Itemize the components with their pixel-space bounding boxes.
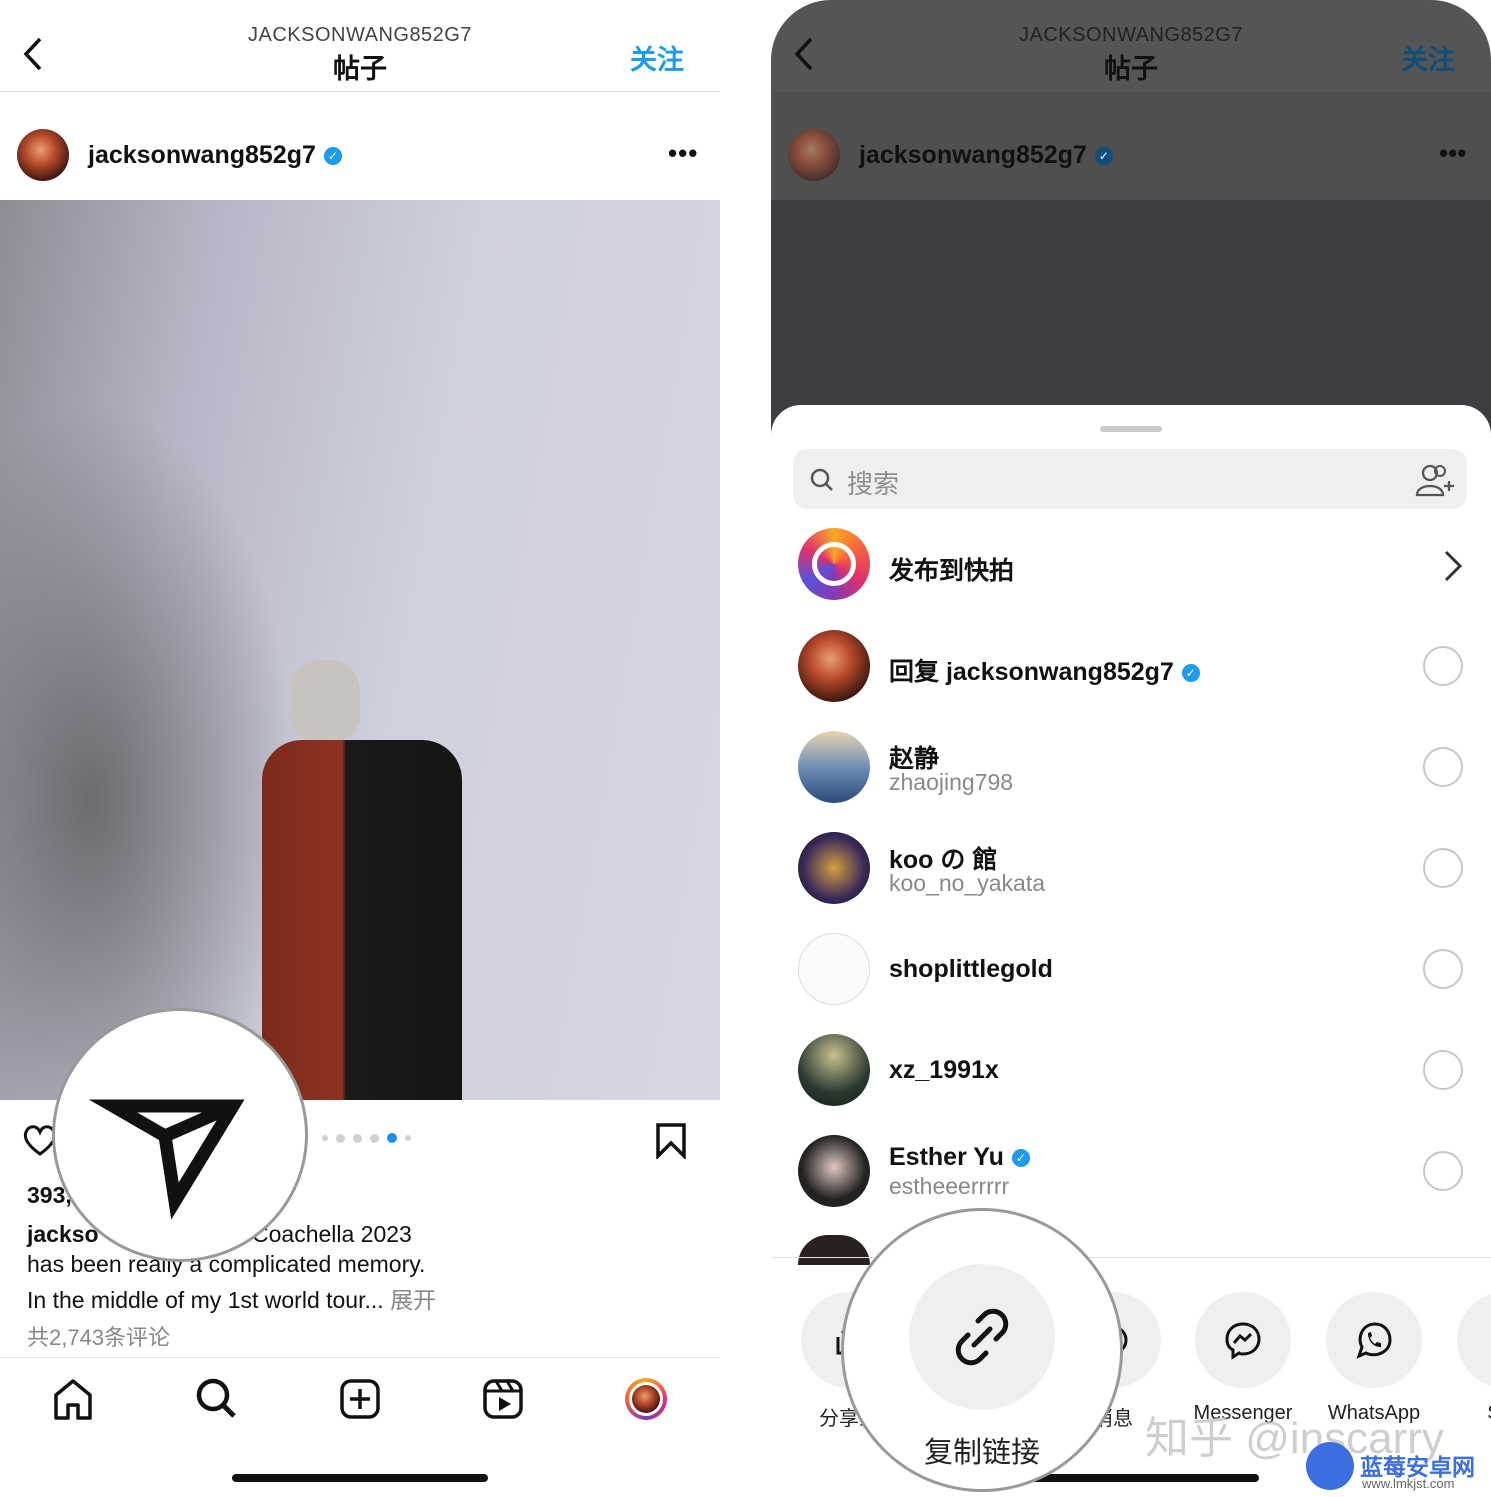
add-people-icon[interactable] bbox=[1415, 463, 1457, 497]
select-radio[interactable] bbox=[1423, 1050, 1463, 1090]
caption-text: Coachella 2023 bbox=[252, 1221, 412, 1247]
contact-username: zhaojing798 bbox=[889, 769, 1014, 795]
avatar bbox=[798, 933, 870, 1005]
verified-icon: ✓ bbox=[1181, 664, 1200, 683]
verified-icon: ✓ bbox=[1011, 1149, 1030, 1168]
watermark-logo-icon bbox=[1306, 1442, 1354, 1490]
whatsapp-button[interactable] bbox=[1326, 1292, 1422, 1388]
select-radio[interactable] bbox=[1423, 949, 1463, 989]
divider bbox=[0, 91, 720, 92]
contact-username: estheeerrrrr bbox=[889, 1173, 1010, 1199]
reels-icon bbox=[483, 1379, 523, 1419]
contact-name: 回复 jacksonwang852g7 ✓ bbox=[889, 652, 1200, 688]
contact-row[interactable]: koo の 館 koo_no_yakata bbox=[771, 826, 1491, 916]
post-author: jacksonwang852g7 ✓ bbox=[859, 141, 1113, 170]
caption-line: has been really a complicated memory. bbox=[27, 1251, 426, 1277]
nav-reels[interactable] bbox=[482, 1378, 524, 1425]
post-image[interactable] bbox=[0, 200, 720, 1100]
home-icon bbox=[54, 1379, 92, 1420]
follow-button: 关注 bbox=[1401, 45, 1455, 75]
messenger-button[interactable] bbox=[1195, 1292, 1291, 1388]
username: jacksonwang852g7 bbox=[88, 141, 316, 169]
create-icon bbox=[340, 1379, 380, 1419]
select-radio[interactable] bbox=[1423, 747, 1463, 787]
verified-icon: ✓ bbox=[1094, 147, 1113, 166]
avatar bbox=[798, 1034, 870, 1106]
nav-create[interactable] bbox=[339, 1378, 381, 1425]
nav-profile[interactable] bbox=[625, 1378, 667, 1420]
link-icon bbox=[955, 1308, 1009, 1366]
avatar bbox=[798, 731, 870, 803]
avatar bbox=[798, 832, 870, 904]
carousel-dot bbox=[370, 1133, 379, 1143]
home-indicator bbox=[1031, 1474, 1259, 1482]
figure-head bbox=[290, 660, 360, 740]
avatar bbox=[798, 1135, 870, 1207]
caption-author[interactable]: jackso bbox=[27, 1221, 99, 1247]
carousel-dot bbox=[405, 1135, 411, 1141]
expand-link[interactable]: 展开 bbox=[390, 1287, 436, 1313]
whatsapp-icon bbox=[1356, 1322, 1392, 1359]
drag-handle[interactable] bbox=[1100, 426, 1162, 432]
save-button[interactable] bbox=[655, 1123, 687, 1164]
contact-name: Esther Yu ✓ bbox=[889, 1143, 1030, 1172]
nav-home[interactable] bbox=[52, 1378, 94, 1425]
copy-link-magnified[interactable]: 复制链接 bbox=[841, 1208, 1123, 1492]
post-screen: JACKSONWANG852G7 帖子 关注 jacksonwang852g7 ✓… bbox=[0, 0, 720, 1497]
comments-link[interactable]: 共2,743条评论 bbox=[27, 1320, 170, 1352]
messenger-icon bbox=[1225, 1322, 1261, 1360]
carousel-dot bbox=[322, 1135, 328, 1141]
profile-icon bbox=[632, 1385, 660, 1413]
select-radio[interactable] bbox=[1423, 646, 1463, 686]
search-icon bbox=[196, 1378, 236, 1418]
contact-name: shoplittlegold bbox=[889, 955, 1053, 983]
divider bbox=[0, 1357, 720, 1358]
contact-username: koo_no_yakata bbox=[889, 870, 1046, 896]
carousel-dot bbox=[353, 1133, 362, 1143]
contact-row[interactable]: Esther Yu ✓ estheeerrrrr bbox=[771, 1129, 1491, 1219]
carousel-dots bbox=[322, 1133, 411, 1143]
search-placeholder: 搜索 bbox=[847, 469, 900, 499]
contact-row[interactable]: xz_1991x bbox=[771, 1028, 1491, 1118]
page-title: 帖子 bbox=[1104, 54, 1158, 84]
follow-button[interactable]: 关注 bbox=[630, 38, 684, 77]
nav-search[interactable] bbox=[195, 1377, 237, 1424]
copy-link-label: 复制链接 bbox=[923, 1437, 1040, 1469]
home-indicator bbox=[232, 1474, 488, 1482]
more-icon[interactable]: ••• bbox=[668, 138, 698, 169]
bookmark-icon bbox=[656, 1123, 686, 1161]
send-icon bbox=[88, 1099, 245, 1220]
story-camera-icon bbox=[798, 528, 870, 600]
contact-row[interactable]: shoplittlegold bbox=[771, 927, 1491, 1017]
avatar bbox=[798, 630, 870, 702]
chevron-right-icon bbox=[1444, 550, 1463, 582]
post-to-story[interactable]: 发布到快拍 bbox=[771, 523, 1491, 613]
search-icon bbox=[810, 468, 833, 491]
post-author[interactable]: jacksonwang852g7 ✓ bbox=[88, 141, 342, 170]
select-radio[interactable] bbox=[1423, 848, 1463, 888]
share-screen: JACKSONWANG852G7 帖子 关注 jacksonwang852g7 ✓… bbox=[771, 0, 1491, 1497]
header-account: JACKSONWANG852G7 bbox=[248, 24, 472, 46]
carousel-dot bbox=[387, 1133, 397, 1143]
figure-body bbox=[262, 740, 462, 1100]
story-label: 发布到快拍 bbox=[889, 557, 1015, 585]
avatar[interactable] bbox=[17, 129, 69, 181]
contact-row[interactable]: 回复 jacksonwang852g7 ✓ bbox=[771, 624, 1491, 714]
header-account: JACKSONWANG852G7 bbox=[1019, 24, 1243, 46]
select-radio[interactable] bbox=[1423, 1151, 1463, 1191]
contact-name: xz_1991x bbox=[889, 1056, 999, 1084]
watermark-url: www.lmkjst.com bbox=[1362, 1476, 1455, 1491]
share-button-magnified[interactable] bbox=[52, 1008, 308, 1262]
more-icon: ••• bbox=[1439, 138, 1467, 168]
copy-link-button[interactable] bbox=[909, 1264, 1055, 1410]
avatar bbox=[788, 129, 840, 181]
contact-row[interactable]: 赵静 zhaojing798 bbox=[771, 725, 1491, 815]
verified-icon: ✓ bbox=[323, 147, 342, 166]
page-title: 帖子 bbox=[333, 54, 387, 84]
caption-line: In the middle of my 1st world tour... bbox=[27, 1287, 384, 1313]
search-input[interactable]: 搜索 bbox=[793, 449, 1467, 509]
username: jacksonwang852g7 bbox=[859, 141, 1087, 169]
carousel-dot bbox=[336, 1133, 345, 1143]
avatar bbox=[798, 1235, 870, 1265]
